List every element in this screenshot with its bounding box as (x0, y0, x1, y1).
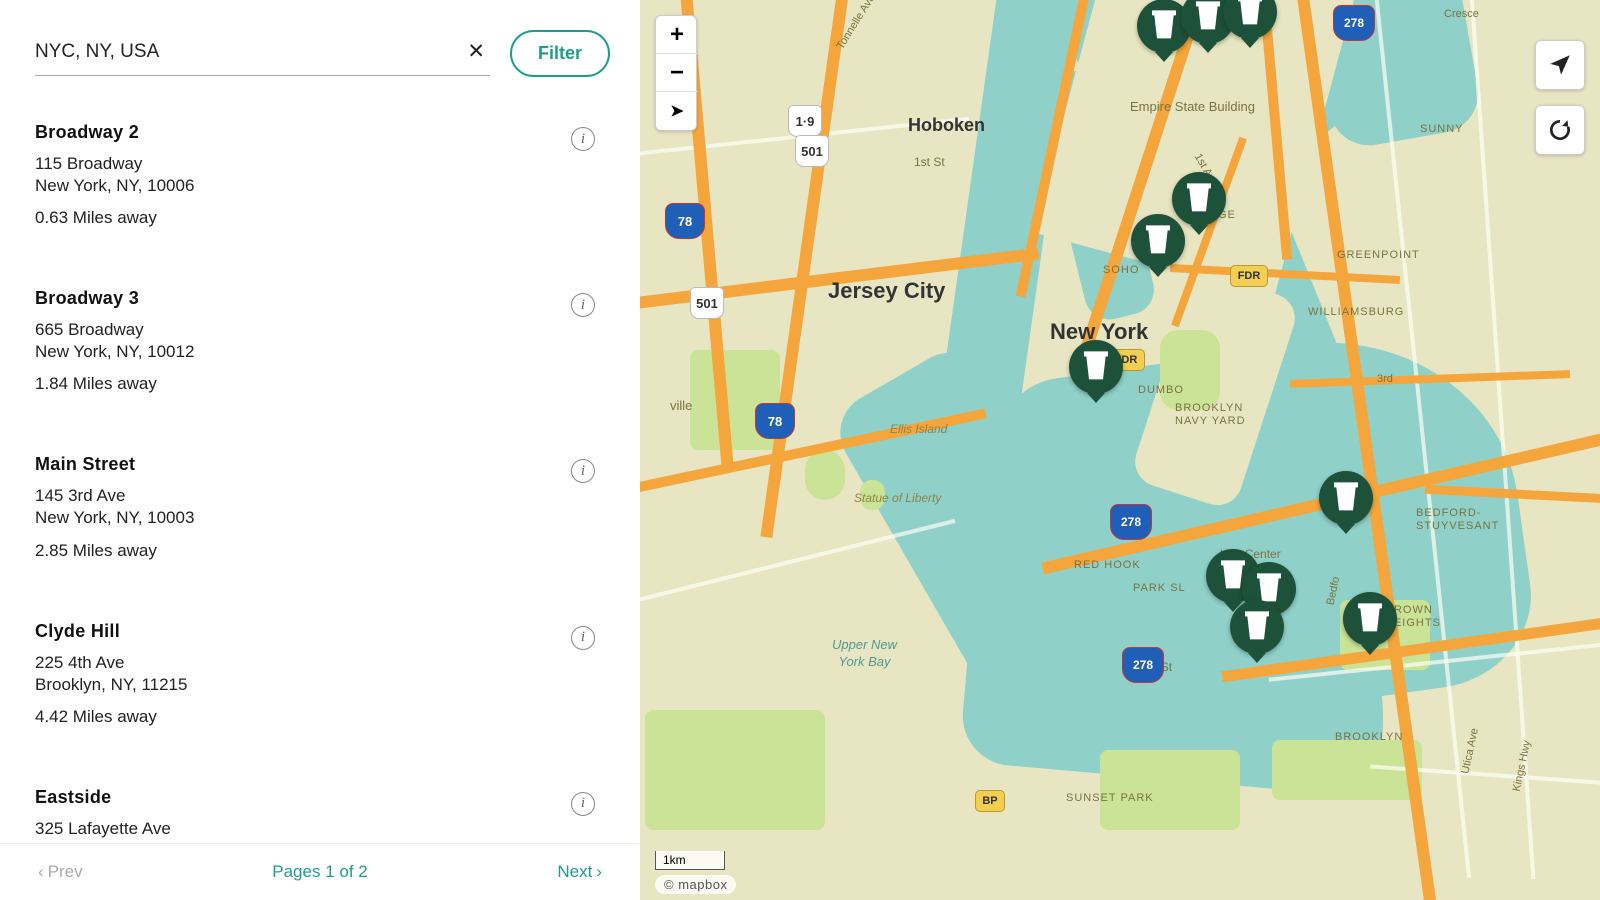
map-marker[interactable] (1131, 214, 1185, 268)
minus-icon: − (670, 59, 684, 87)
result-address: 325 Lafayette AveBrooklyn, NY, 11238 (35, 818, 605, 843)
result-item[interactable]: Main Street 145 3rd AveNew York, NY, 1000… (35, 419, 605, 585)
refresh-icon (1547, 117, 1573, 143)
info-button[interactable]: i (571, 626, 595, 650)
zoom-out-button[interactable]: − (656, 54, 698, 92)
search-input[interactable] (35, 31, 490, 76)
map-label-williamsburg: WILLIAMSBURG (1308, 306, 1404, 318)
result-item[interactable]: Eastside 325 Lafayette AveBrooklyn, NY, 1… (35, 752, 605, 843)
result-name: Broadway 2 (35, 122, 605, 143)
map-attribution: © mapbox (655, 875, 736, 894)
map-zoom-control: + − ➤ (655, 15, 697, 131)
result-name: Main Street (35, 454, 605, 475)
map-marker[interactable] (1172, 172, 1226, 226)
close-icon: ✕ (467, 40, 485, 63)
clear-search-button[interactable]: ✕ (467, 39, 485, 64)
map-marker[interactable] (1319, 471, 1373, 525)
info-button[interactable]: i (571, 792, 595, 816)
map-label-soho: SOHO (1103, 264, 1139, 276)
map-label-ville: ville (670, 398, 692, 413)
shield-i78-a: 78 (665, 203, 705, 239)
map-label-jersey-city: Jersey City (828, 278, 945, 304)
info-icon: i (581, 629, 585, 646)
map-marker[interactable] (1343, 592, 1397, 646)
result-distance: 1.84 Miles away (35, 374, 605, 394)
shield-i278-b: 278 (1122, 647, 1164, 683)
map-poi-liberty: Statue of Liberty (854, 491, 941, 505)
shield-i78-b: 78 (755, 403, 795, 439)
result-distance: 2.85 Miles away (35, 541, 605, 561)
map-scale: 1km (655, 851, 725, 870)
refresh-button[interactable] (1535, 105, 1585, 155)
shield-i278-c: 278 (1333, 5, 1375, 41)
sidebar: ✕ Filter Broadway 2 115 BroadwayNew York,… (0, 0, 640, 900)
map-marker[interactable] (1069, 340, 1123, 394)
prev-page-link[interactable]: ‹ Prev (38, 862, 83, 882)
info-icon: i (581, 131, 585, 148)
map-label-bay: Upper NewYork Bay (832, 637, 897, 671)
map[interactable]: Jersey City Hoboken New York Empire Stat… (640, 0, 1600, 900)
compass-icon: ➤ (670, 101, 683, 121)
map-label-brooklyn: BROOKLYN (1335, 731, 1403, 743)
plus-icon: + (670, 21, 684, 49)
zoom-in-button[interactable]: + (656, 16, 698, 54)
result-item[interactable]: Broadway 3 665 BroadwayNew York, NY, 1001… (35, 253, 605, 419)
result-distance: 4.42 Miles away (35, 707, 605, 727)
pagination: ‹ Prev Pages 1 of 2 Next › (0, 843, 640, 900)
shield-bp: BP (975, 790, 1005, 812)
map-label-greenpoint: GREENPOINT (1337, 249, 1420, 261)
shield-501-a: 501 (795, 135, 829, 167)
next-page-link[interactable]: Next › (557, 862, 602, 882)
result-address: 225 4th AveBrooklyn, NY, 11215 (35, 652, 605, 696)
map-label-empire: Empire State Building (1130, 99, 1255, 114)
map-label-navy: BROOKLYNNAVY YARD (1175, 402, 1246, 428)
result-item[interactable]: Broadway 2 115 BroadwayNew York, NY, 1000… (35, 77, 605, 253)
map-label-sunny: SUNNY (1420, 123, 1464, 135)
map-label-hoboken: Hoboken (908, 115, 985, 136)
location-arrow-icon (1547, 52, 1573, 78)
chevron-right-icon: › (596, 862, 602, 882)
reset-north-button[interactable]: ➤ (656, 92, 698, 130)
chevron-left-icon: ‹ (38, 862, 44, 882)
page-info: Pages 1 of 2 (272, 862, 367, 882)
result-address: 115 BroadwayNew York, NY, 10006 (35, 153, 605, 197)
shield-1-9: 1·9 (788, 105, 822, 137)
map-label-bedford: BEDFORD-STUYVESANT (1416, 507, 1499, 533)
result-name: Broadway 3 (35, 288, 605, 309)
info-icon: i (581, 463, 585, 480)
info-icon: i (581, 297, 585, 314)
prev-label: Prev (48, 862, 83, 882)
result-address: 145 3rd AveNew York, NY, 10003 (35, 485, 605, 529)
map-label-cresc: Cresce (1444, 8, 1479, 20)
search-wrap: ✕ (35, 31, 490, 76)
result-distance: 0.63 Miles away (35, 208, 605, 228)
map-marker[interactable] (1230, 600, 1284, 654)
result-item[interactable]: Clyde Hill 225 4th AveBrooklyn, NY, 11215… (35, 586, 605, 752)
info-icon: i (581, 795, 585, 812)
result-name: Eastside (35, 787, 605, 808)
info-button[interactable]: i (571, 127, 595, 151)
info-button[interactable]: i (571, 293, 595, 317)
shield-fdr-a: FDR (1230, 265, 1268, 287)
map-label-dumbo: DUMBO (1138, 384, 1184, 396)
result-address: 665 BroadwayNew York, NY, 10012 (35, 319, 605, 363)
next-label: Next (557, 862, 592, 882)
map-label-parksl: PARK SL (1133, 582, 1186, 594)
results-list[interactable]: Broadway 2 115 BroadwayNew York, NY, 1000… (0, 77, 640, 843)
locate-me-button[interactable] (1535, 40, 1585, 90)
map-label-redhook: RED HOOK (1074, 559, 1141, 571)
map-label-1st-st: 1st St (914, 155, 945, 169)
map-label-3rd: 3rd (1377, 373, 1393, 385)
filter-button[interactable]: Filter (510, 30, 610, 77)
search-row: ✕ Filter (0, 0, 640, 77)
map-label-sunset: SUNSET PARK (1066, 792, 1154, 804)
shield-i278-a: 278 (1110, 504, 1152, 540)
result-name: Clyde Hill (35, 621, 605, 642)
shield-501-b: 501 (690, 287, 724, 319)
info-button[interactable]: i (571, 459, 595, 483)
map-poi-ellis: Ellis Island (890, 422, 947, 436)
